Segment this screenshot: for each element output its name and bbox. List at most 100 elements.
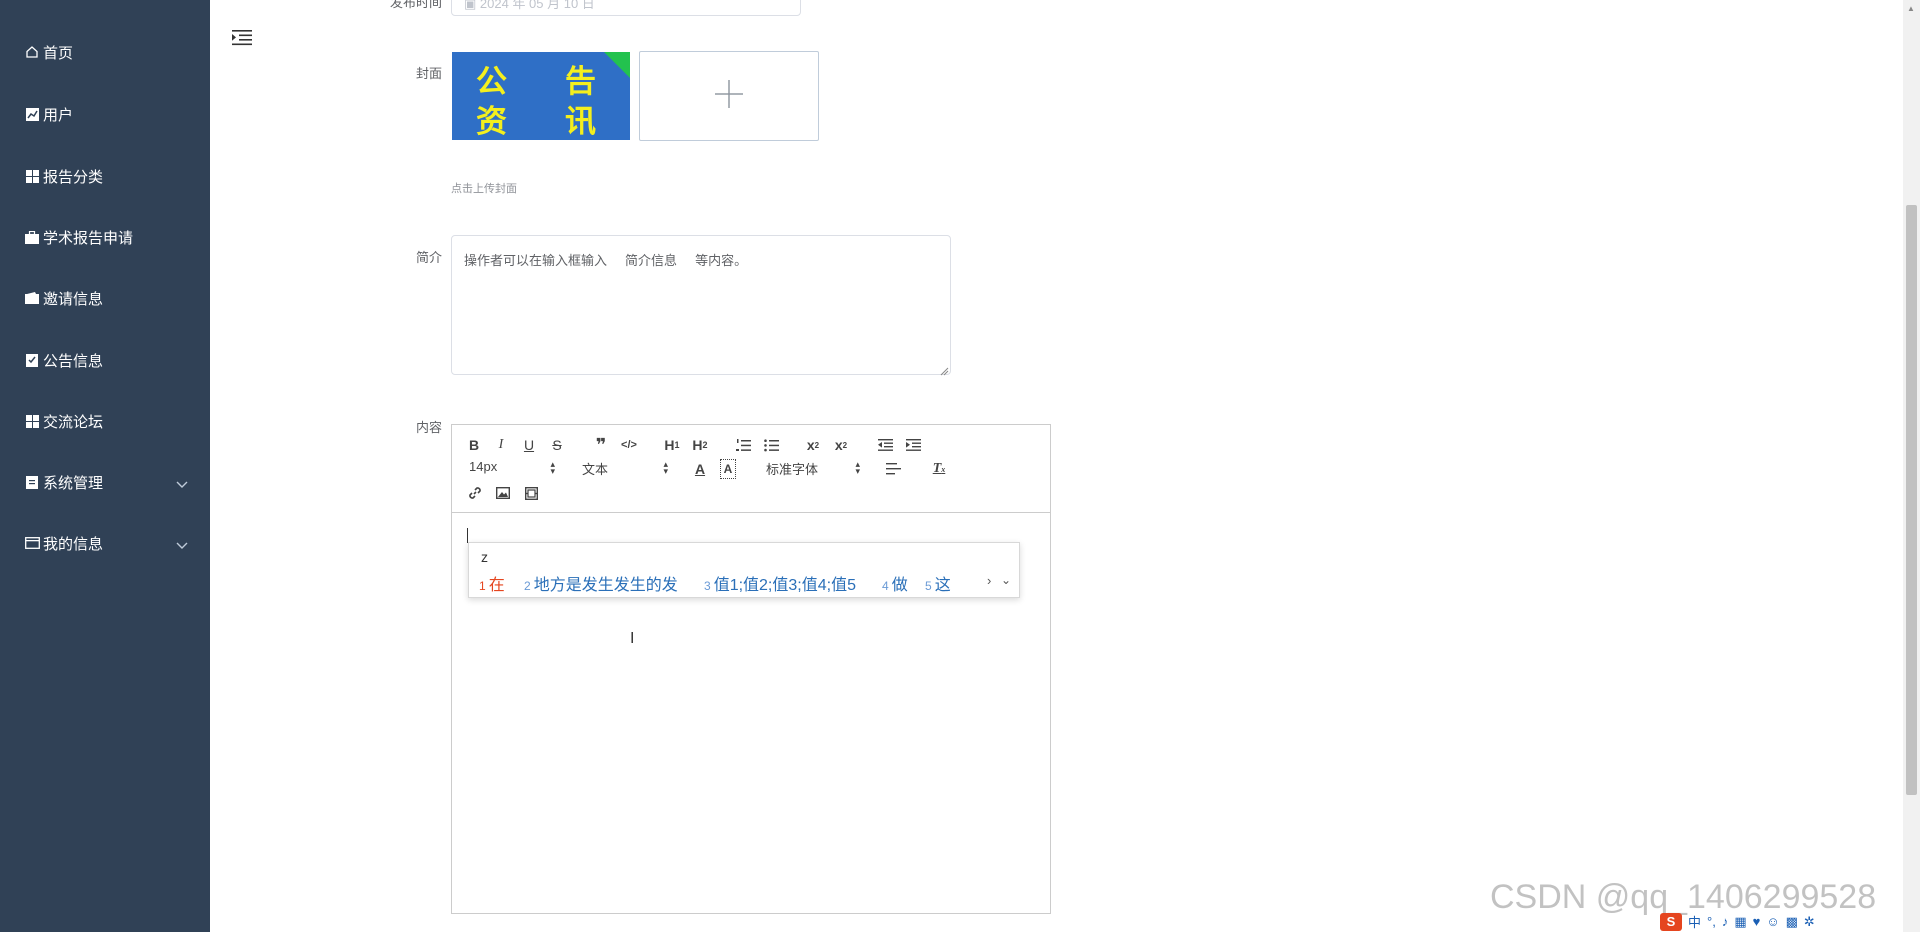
menu-toggle-icon[interactable]: [232, 28, 252, 51]
font-family-select[interactable]: 标准字体 ▴ ▾: [766, 459, 860, 479]
home-icon: [24, 44, 40, 60]
cover-label: 封面: [415, 66, 442, 81]
superscript-icon[interactable]: x2: [832, 435, 850, 455]
sidebar-item-report-category[interactable]: 报告分类: [0, 156, 210, 196]
select-arrow-icon: ▴ ▾: [855, 459, 860, 476]
rich-text-editor[interactable]: B I U S ❞ </> H1 H2 x2 x2 14px ▴ ▾ 文本 ▴ ▾ …: [451, 424, 1051, 914]
grid-icon: [24, 168, 40, 184]
calendar-icon: ▣: [464, 0, 480, 11]
bullet-list-icon[interactable]: [762, 435, 780, 455]
upload-cover-button[interactable]: [639, 51, 819, 141]
ordered-list-icon[interactable]: [734, 435, 752, 455]
ime-candidate[interactable]: 1在: [479, 571, 505, 595]
blockquote-icon[interactable]: ❞: [592, 435, 610, 455]
ime-status-bar[interactable]: S 中 °, ♪ ▦ ♥ ☺ ▩ ✲: [1660, 911, 1815, 932]
settings-icon: ✲: [1803, 913, 1815, 929]
font-family-value: 标准字体: [766, 462, 819, 477]
underline-icon[interactable]: U: [521, 435, 537, 455]
sidebar-item-report-application[interactable]: 学术报告申请: [0, 217, 210, 257]
ime-candidate-window: z 1在 2 地方是发生发生的发 3 值1;值2;值3;值4;值5 4做 5这 › …: [468, 542, 1020, 598]
sidebar-item-label: 报告分类: [43, 168, 104, 186]
page-scrollbar[interactable]: ▲: [1903, 0, 1920, 932]
clipboard-icon: [24, 474, 40, 490]
ime-next-page-icon[interactable]: ›: [987, 573, 991, 588]
cover-image-text: 告: [565, 64, 596, 100]
sidebar-item-system[interactable]: 系统管理: [0, 462, 210, 502]
sidebar-item-home[interactable]: 首页: [0, 32, 210, 72]
heading-1-icon[interactable]: H1: [662, 435, 682, 455]
summary-text: 操作者可以在输入框输入 简介信息 等内容。: [464, 253, 748, 268]
align-icon[interactable]: [884, 459, 902, 479]
ime-candidate[interactable]: 4做: [882, 571, 908, 595]
card-icon: [24, 535, 40, 551]
bold-icon[interactable]: B: [466, 435, 482, 455]
emoji-icon: ☺: [1766, 914, 1780, 929]
cover-image[interactable]: 公 告 资 讯: [452, 52, 630, 140]
sidebar-item-label: 学术报告申请: [43, 229, 134, 247]
ime-expand-icon[interactable]: ⌄: [1001, 573, 1011, 587]
microphone-icon: ♪: [1721, 914, 1729, 929]
summary-textarea[interactable]: 操作者可以在输入框输入 简介信息 等内容。: [451, 235, 951, 375]
cover-image-text: 资: [476, 104, 507, 140]
scroll-up-arrow-icon[interactable]: ▲: [1907, 4, 1915, 13]
upload-tip: 点击上传封面: [451, 183, 517, 195]
link-icon[interactable]: [466, 483, 484, 503]
chart-icon: [24, 106, 40, 122]
resize-handle-icon[interactable]: [940, 363, 949, 381]
chevron-down-icon: [176, 476, 188, 493]
heading-2-icon[interactable]: H2: [690, 435, 710, 455]
italic-icon[interactable]: I: [494, 435, 508, 455]
publish-time-value: 2024 年 05 月 10 日: [479, 0, 595, 11]
clipboard-icon: [24, 352, 40, 368]
editor-toolbar: B I U S ❞ </> H1 H2 x2 x2 14px ▴ ▾ 文本 ▴ ▾ …: [452, 425, 1050, 513]
scrollbar-thumb[interactable]: [1906, 205, 1917, 795]
image-icon[interactable]: [494, 483, 512, 503]
font-color-icon[interactable]: A: [692, 459, 708, 479]
keyboard-icon: ▦: [1734, 913, 1747, 929]
sidebar-item-my-info[interactable]: 我的信息: [0, 523, 210, 563]
indent-icon[interactable]: [904, 435, 922, 455]
sidebar-item-label: 系统管理: [43, 474, 104, 492]
outdent-icon[interactable]: [876, 435, 894, 455]
toolbox-icon: ▩: [1785, 913, 1798, 929]
font-size-value: 14px: [469, 459, 498, 474]
ime-language: 中: [1688, 915, 1702, 930]
sidebar-item-users[interactable]: 用户: [0, 94, 210, 134]
ime-logo-icon: S: [1660, 912, 1682, 931]
cover-corner-badge: [604, 52, 630, 78]
chevron-down-icon: [176, 537, 188, 554]
ime-candidate[interactable]: 3 值1;值2;值3;值4;值5: [704, 571, 856, 595]
sidebar-item-label: 首页: [43, 44, 74, 62]
sidebar-item-label: 公告信息: [43, 352, 104, 370]
clear-format-icon[interactable]: Tx: [930, 459, 948, 479]
strikethrough-icon[interactable]: S: [549, 435, 565, 455]
code-block-icon[interactable]: </>: [620, 435, 638, 455]
sidebar-item-label: 我的信息: [43, 535, 104, 553]
select-arrow-icon: ▴ ▾: [663, 459, 668, 476]
video-icon[interactable]: [522, 483, 540, 503]
publish-time-field[interactable]: ▣ 2024 年 05 月 10 日: [451, 0, 801, 16]
publish-time-label: 发布时间: [389, 0, 442, 10]
sidebar-item-forum[interactable]: 交流论坛: [0, 401, 210, 441]
plus-icon: [715, 79, 743, 113]
text-caret: [467, 528, 468, 543]
cover-image-text: 公: [476, 64, 507, 100]
background-color-icon[interactable]: A: [720, 459, 736, 479]
ime-candidate[interactable]: 5这: [925, 571, 951, 595]
subscript-icon[interactable]: x2: [804, 435, 822, 455]
sidebar-item-label: 邀请信息: [43, 290, 104, 308]
briefcase-icon: [24, 229, 40, 245]
text-cursor-icon: I: [630, 630, 635, 647]
grid-icon: [24, 413, 40, 429]
font-size-select[interactable]: 14px ▴ ▾: [469, 459, 555, 479]
header-value: 文本: [582, 462, 609, 477]
punctuation-icon: °,: [1707, 914, 1716, 929]
sidebar-item-label: 用户: [43, 106, 74, 124]
cover-image-text: 讯: [565, 104, 596, 140]
sidebar-item-invitation[interactable]: 邀请信息: [0, 278, 210, 318]
ime-candidate[interactable]: 2 地方是发生发生的发: [524, 571, 678, 595]
select-arrow-icon: ▴ ▾: [550, 459, 555, 476]
sidebar: 首页 用户 报告分类 学术报告申请 邀请信息 公告信息 交流论坛 系统管理 我的…: [0, 0, 210, 932]
sidebar-item-notice[interactable]: 公告信息: [0, 340, 210, 380]
header-select[interactable]: 文本 ▴ ▾: [582, 459, 668, 479]
